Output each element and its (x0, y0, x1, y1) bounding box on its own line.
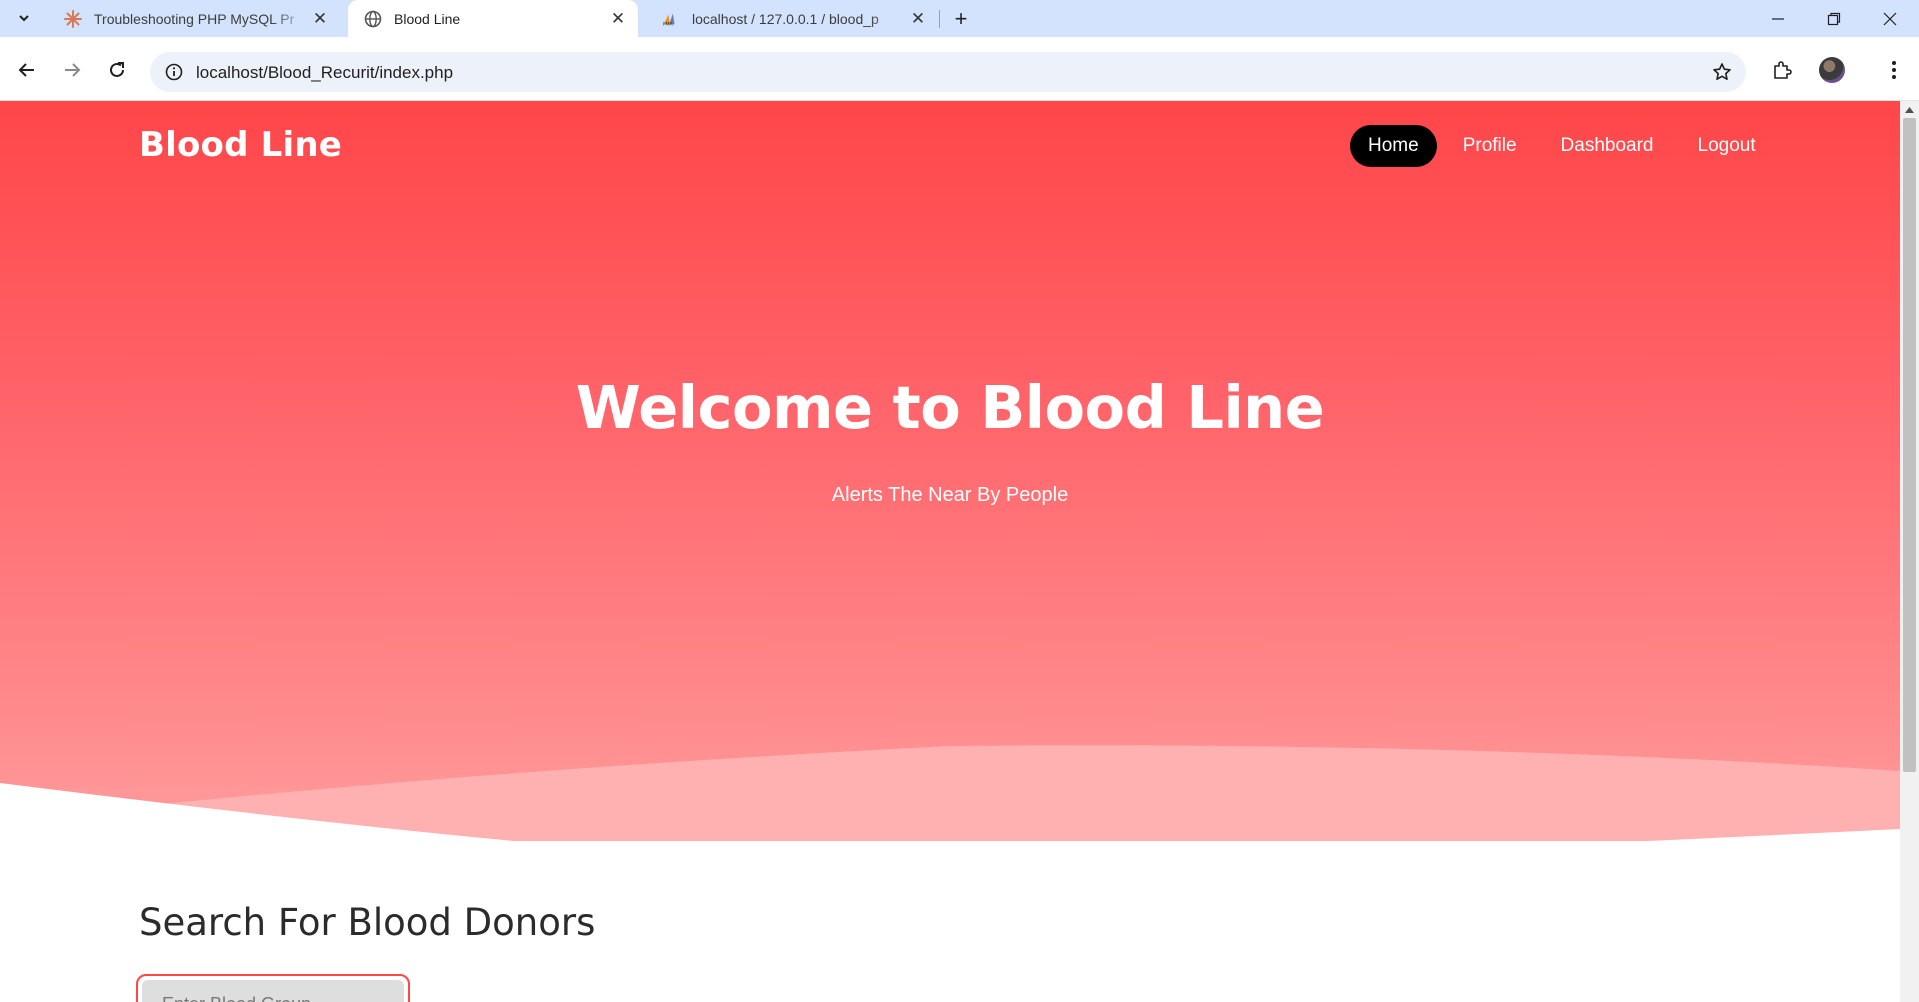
tab-blood-line[interactable]: Blood Line ✕ (348, 0, 638, 37)
restore-button[interactable] (1806, 0, 1862, 37)
reload-icon (110, 62, 124, 77)
puzzle-icon (1774, 61, 1792, 79)
hero-wave-divider (0, 745, 1900, 841)
hero-subtitle: Alerts The Near By People (831, 484, 1069, 506)
page-viewport: Blood Line Home Profile Dashboard Logout… (0, 101, 1919, 1002)
tab-troubleshooting[interactable]: Troubleshooting PHP MySQL Pr ✕ (48, 0, 340, 37)
brand-logo[interactable]: Blood Line (139, 125, 342, 165)
reload-button[interactable] (101, 54, 133, 86)
site-info-icon[interactable] (162, 60, 186, 84)
tab-title: localhost / 127.0.0.1 / blood_p (692, 10, 879, 27)
minimize-icon (1772, 17, 1784, 20)
menu-button[interactable] (1878, 54, 1910, 86)
page-scrollbar[interactable] (1900, 101, 1919, 1002)
window-close-button[interactable] (1862, 0, 1918, 37)
nav-dashboard[interactable]: Dashboard (1543, 125, 1672, 167)
nav-profile[interactable]: Profile (1445, 125, 1535, 167)
hero-title: Welcome to Blood Line (575, 373, 1325, 442)
nav-home[interactable]: Home (1350, 125, 1437, 167)
blood-group-search-box (136, 974, 410, 1002)
forward-button[interactable] (56, 54, 88, 86)
tab-search-button[interactable] (10, 6, 38, 30)
globe-icon (364, 10, 382, 28)
tab-separator (939, 10, 940, 28)
nav-logout[interactable]: Logout (1680, 125, 1774, 167)
back-button[interactable] (11, 54, 43, 86)
claude-asterisk-icon (64, 9, 82, 28)
tab-title: Blood Line (394, 10, 461, 27)
search-section-title: Search For Blood Donors (139, 901, 596, 944)
close-icon[interactable]: ✕ (908, 9, 928, 29)
main-nav: Home Profile Dashboard Logout (1342, 125, 1774, 167)
bookmark-star-icon[interactable] (1710, 60, 1734, 84)
arrow-right-icon (65, 63, 81, 77)
browser-window: Troubleshooting PHP MySQL Pr ✕ Blood Lin… (0, 0, 1919, 1002)
scroll-up-icon[interactable] (1900, 101, 1919, 118)
scrollbar-thumb[interactable] (1903, 118, 1916, 772)
kebab-menu-icon (1892, 61, 1896, 79)
tab-strip: Troubleshooting PHP MySQL Pr ✕ Blood Lin… (0, 0, 1919, 37)
arrow-left-icon (18, 63, 34, 77)
minimize-button[interactable] (1750, 0, 1806, 37)
close-icon[interactable]: ✕ (310, 9, 330, 29)
extensions-button[interactable] (1766, 54, 1798, 86)
avatar (1819, 57, 1845, 83)
restore-icon (1827, 12, 1841, 25)
url-text[interactable]: localhost/Blood_Recurit/index.php (196, 63, 453, 83)
address-bar[interactable]: localhost/Blood_Recurit/index.php (150, 52, 1746, 92)
phpmyadmin-icon: PMA (662, 10, 680, 28)
browser-toolbar: localhost/Blood_Recurit/index.php (0, 37, 1919, 101)
close-icon (1883, 12, 1897, 25)
close-icon[interactable]: ✕ (608, 9, 628, 29)
tab-phpmyadmin[interactable]: PMA localhost / 127.0.0.1 / blood_p ✕ (646, 0, 938, 37)
new-tab-button[interactable]: + (946, 4, 976, 34)
chevron-down-icon (19, 15, 29, 22)
tab-title: Troubleshooting PHP MySQL Pr (94, 10, 295, 27)
profile-button[interactable] (1816, 54, 1848, 86)
blood-group-input[interactable] (142, 980, 404, 1002)
svg-text:PMA: PMA (663, 21, 674, 26)
